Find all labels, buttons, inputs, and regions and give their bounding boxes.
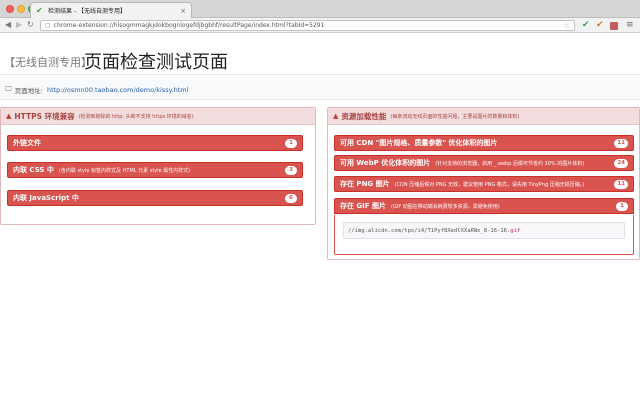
item-count-badge: 1 (616, 201, 628, 211)
https-item-inline-js[interactable]: 内联 JavaScript 中 6 (7, 190, 303, 206)
item-title: 可用 WebP 优化体积的图片 (340, 159, 431, 167)
item-count-badge: 11 (614, 179, 628, 189)
gif-entry-code[interactable]: //img.alicdn.com/tps/i4/T1Pyf8XedlXXaRNx… (343, 222, 625, 239)
check-icon: ✔ (36, 5, 43, 15)
https-item-external-files[interactable]: 外链文件 1 (7, 135, 303, 151)
star-icon[interactable]: ☆ (564, 22, 570, 30)
resource-panel-header: ▲ 资源加载性能 (每条流动无线页面的性能问题，主要是图片的数量和体积) (328, 108, 639, 125)
browser-tabstrip: ✔ 检测结果 - 【无线自测专用】 × (0, 0, 640, 18)
item-title: 内联 JavaScript 中 (13, 194, 79, 202)
item-note: (含内联 style 标签内样式及 HTML 元素 style 属性内样式) (58, 167, 191, 174)
item-title: 存在 PNG 图片 (340, 180, 390, 188)
item-count-badge: 24 (614, 158, 628, 168)
page-address-bar: 🖵 页面地址: http://osmn00.taobao.com/demo/ki… (0, 80, 640, 100)
item-note: (针对支持的浏览器，启用 _.webp 后缀可节省约 30% 的图片体积) (435, 160, 585, 167)
back-icon[interactable]: ◀ (5, 19, 11, 31)
https-panel-title: HTTPS 环境兼容 (14, 111, 75, 121)
reload-icon[interactable]: ↻ (27, 19, 34, 31)
gif-entry-path: //img.alicdn.com/tps/i4/T1Pyf8XedlXXaRNx… (348, 227, 507, 234)
https-panel: ▲ HTTPS 环境兼容 (检测到剔除的 http: 头和不支持 https 环… (0, 107, 316, 225)
address-bar[interactable]: ▢ chrome-extension://hlsogmmagkjdokbognl… (40, 20, 575, 31)
item-count-badge: 3 (285, 165, 297, 175)
resource-panel-title: 资源加载性能 (341, 111, 387, 121)
item-note: (CDN 压缩后候对 PNG 无效，建议使用 PNG 格式，请先用 TinyPn… (394, 181, 585, 188)
extension-box-icon[interactable] (610, 22, 618, 30)
item-note: (GIF 动图在移动端会耗费较多资源，需避免使用) (391, 203, 500, 210)
gif-entry-ext: .gif (506, 227, 521, 234)
extension-check-orange-icon[interactable]: ✔ (596, 20, 604, 31)
browser-toolbar: ◀ ▶ ↻ ▢ chrome-extension://hlsogmmagkjdo… (0, 18, 640, 33)
gif-item-details: //img.alicdn.com/tps/i4/T1Pyf8XedlXXaRNx… (334, 215, 634, 255)
page-header: 【无线自测专用】 页面检查测试页面 (0, 41, 640, 75)
resource-item-png[interactable]: 存在 PNG 图片 (CDN 压缩后候对 PNG 无效，建议使用 PNG 格式，… (334, 176, 634, 192)
warning-icon: ▲ (333, 112, 339, 120)
resource-panel: ▲ 资源加载性能 (每条流动无线页面的性能问题，主要是图片的数量和体积) 可用 … (327, 107, 640, 260)
resource-item-gif[interactable]: 存在 GIF 图片 (GIF 动图在移动端会耗费较多资源，需避免使用) 1 (334, 198, 634, 214)
monitor-icon: 🖵 (5, 85, 12, 93)
item-title: 存在 GIF 图片 (340, 202, 387, 210)
page-tag: 【无线自测专用】 (4, 56, 92, 69)
page-title: 页面检查测试页面 (84, 52, 228, 73)
resource-item-webp[interactable]: 可用 WebP 优化体积的图片 (针对支持的浏览器，启用 _.webp 后缀可节… (334, 155, 634, 171)
warning-icon: ▲ (6, 112, 12, 120)
extension-check-icon[interactable]: ✔ (582, 20, 590, 31)
tab-title: 检测结果 - 【无线自测专用】 (48, 8, 126, 15)
item-count-badge: 6 (285, 193, 297, 203)
close-icon[interactable]: × (180, 7, 186, 15)
menu-icon[interactable]: ≡ (626, 20, 634, 31)
page-address-label: 页面地址: (14, 86, 43, 95)
https-item-inline-css[interactable]: 内联 CSS 中 (含内联 style 标签内样式及 HTML 元素 style… (7, 162, 303, 178)
item-count-badge: 1 (285, 138, 297, 148)
https-panel-header: ▲ HTTPS 环境兼容 (检测到剔除的 http: 头和不支持 https 环… (1, 108, 315, 125)
page-icon: ▢ (45, 22, 51, 29)
item-title: 内联 CSS 中 (13, 166, 54, 174)
page-address-link[interactable]: http://osmn00.taobao.com/demo/kissy.html (47, 86, 188, 94)
forward-icon[interactable]: ▶ (16, 19, 22, 31)
resource-panel-subtitle: (每条流动无线页面的性能问题，主要是图片的数量和体积) (390, 113, 520, 120)
item-count-badge: 11 (614, 138, 628, 148)
browser-tab[interactable]: ✔ 检测结果 - 【无线自测专用】 × (30, 2, 192, 18)
window-minimize-button[interactable] (17, 5, 25, 13)
https-panel-subtitle: (检测到剔除的 http: 头和不支持 https 环境的域名) (78, 113, 194, 120)
address-bar-url[interactable]: chrome-extension://hlsogmmagkjdokbognlog… (54, 22, 564, 29)
item-title: 外链文件 (13, 139, 41, 147)
window-close-button[interactable] (6, 5, 14, 13)
item-title: 可用 CDN "图片规格、质量参数" 优化体积的图片 (340, 139, 498, 147)
resource-item-cdn[interactable]: 可用 CDN "图片规格、质量参数" 优化体积的图片 11 (334, 135, 634, 151)
